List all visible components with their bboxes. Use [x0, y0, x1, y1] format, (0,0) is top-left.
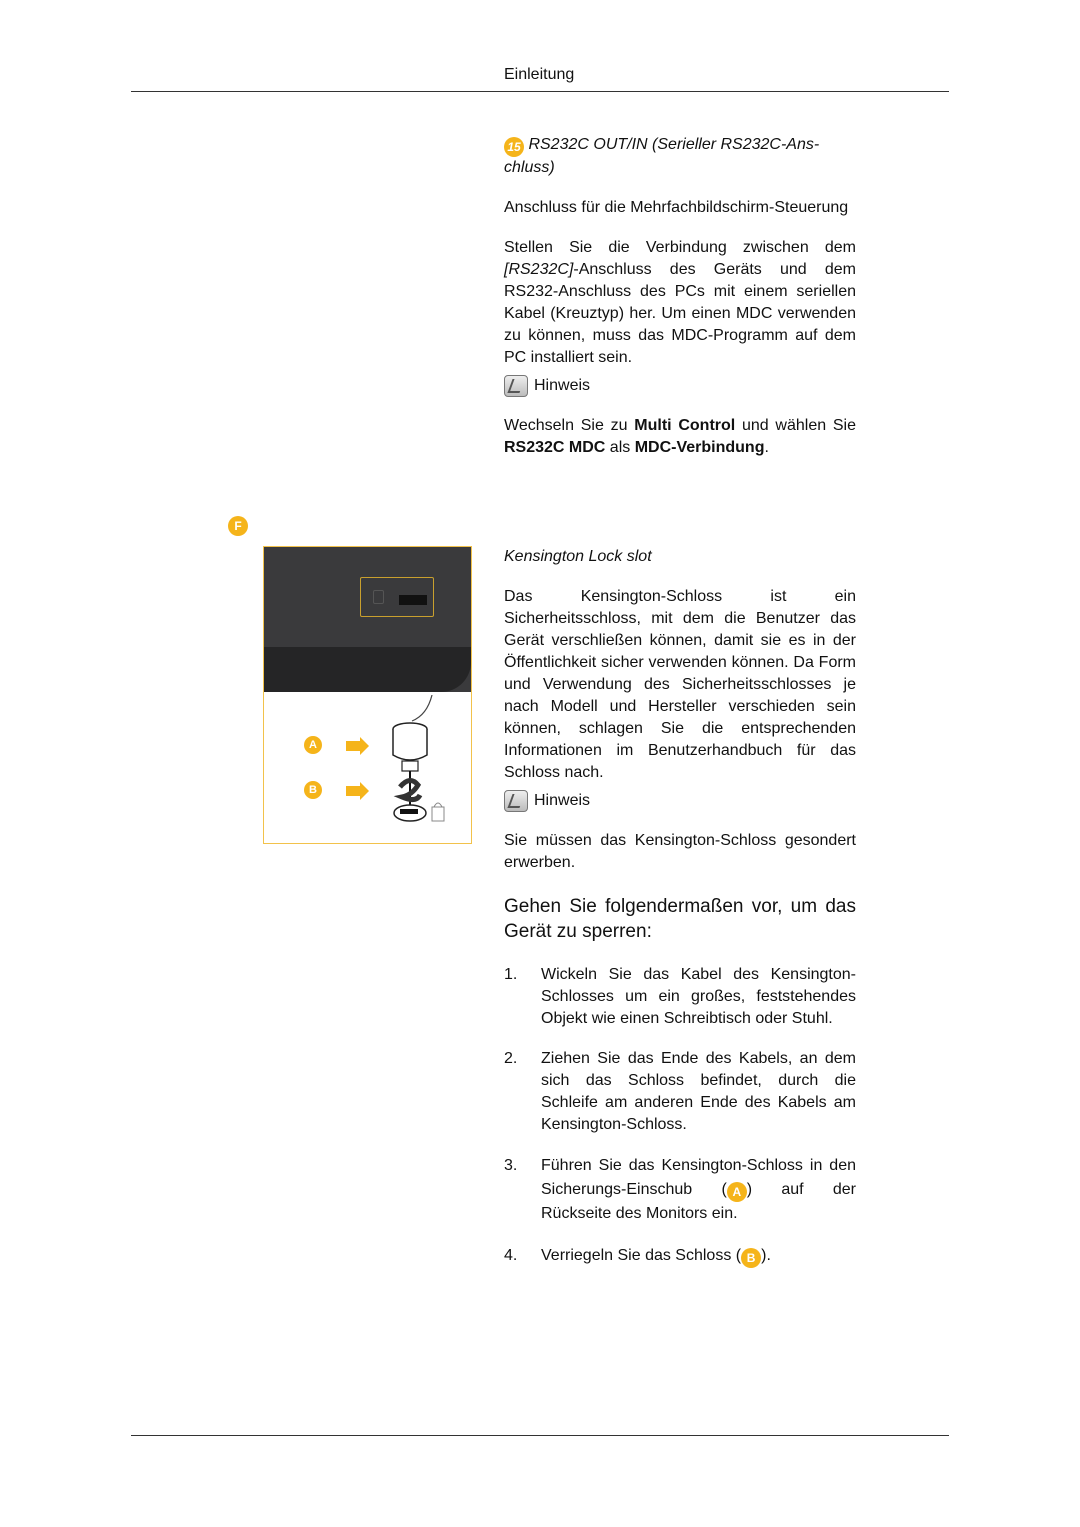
header-rule — [131, 91, 949, 92]
monitor-back-illustration — [264, 547, 471, 692]
kensington-body: Das Kensington-Schloss ist ein Sicherhei… — [504, 588, 856, 781]
label-b-icon: B — [304, 781, 322, 799]
note-header: Hinweis — [504, 375, 856, 397]
step-item: 1. Wickeln Sie das Kabel des Kensington-S… — [504, 966, 856, 1027]
label-a-icon: A — [304, 736, 322, 754]
step-item: 4. Verriegeln Sie das Schloss (B). — [504, 1244, 856, 1268]
step-item: 2. Ziehen Sie das Ende des Kabels, an dem… — [504, 1050, 856, 1133]
note-pencil-icon — [504, 790, 528, 812]
arrow-right-icon — [346, 782, 369, 800]
lock-icon — [373, 590, 384, 604]
number-badge-icon: 15 — [504, 137, 524, 157]
rs232-body: Stellen Sie die Verbindung zwischen dem … — [504, 239, 856, 366]
footer-rule — [131, 1435, 949, 1436]
kensington-title: Kensington Lock slot — [504, 548, 652, 565]
lock-slot-highlight — [360, 577, 434, 617]
rs232-note-text: Wechseln Sie zu Multi Control und wählen… — [504, 417, 857, 456]
note-header: Hinweis — [504, 790, 856, 812]
note-label: Hinweis — [534, 377, 591, 394]
figure-badge-icon: F — [228, 516, 248, 536]
procedure-steps: 1. Wickeln Sie das Kabel des Kensington-S… — [504, 964, 856, 1268]
arrow-right-icon — [346, 737, 369, 755]
note-pencil-icon — [504, 375, 528, 397]
header-title: Einleitung — [504, 66, 575, 83]
step-item: 3. Führen Sie das Kensington-Schloss in d… — [504, 1157, 856, 1222]
label-a-icon: A — [726, 1182, 747, 1202]
label-b-icon: B — [741, 1248, 762, 1268]
slot-hole — [399, 595, 427, 605]
rs232-section: 15 RS232C OUT/IN (Serieller RS232C-Ans- … — [504, 134, 856, 459]
kensington-figure: A B — [263, 546, 472, 844]
kensington-note-text: Sie müssen das Kensington-Schloss gesond… — [504, 832, 856, 871]
rs232-description: Anschluss für die Mehrfachbildschirm-Ste… — [504, 199, 849, 216]
kensington-section: Kensington Lock slot Das Kensington-Schl… — [504, 546, 856, 1286]
rs232-title: 15 RS232C OUT/IN (Serieller RS232C-Ans- … — [504, 136, 820, 176]
kensington-lock-illustration — [392, 695, 445, 822]
procedure-heading: Gehen Sie folgendermaßen vor, um das Ger… — [504, 896, 856, 942]
note-label: Hinweis — [534, 792, 591, 809]
